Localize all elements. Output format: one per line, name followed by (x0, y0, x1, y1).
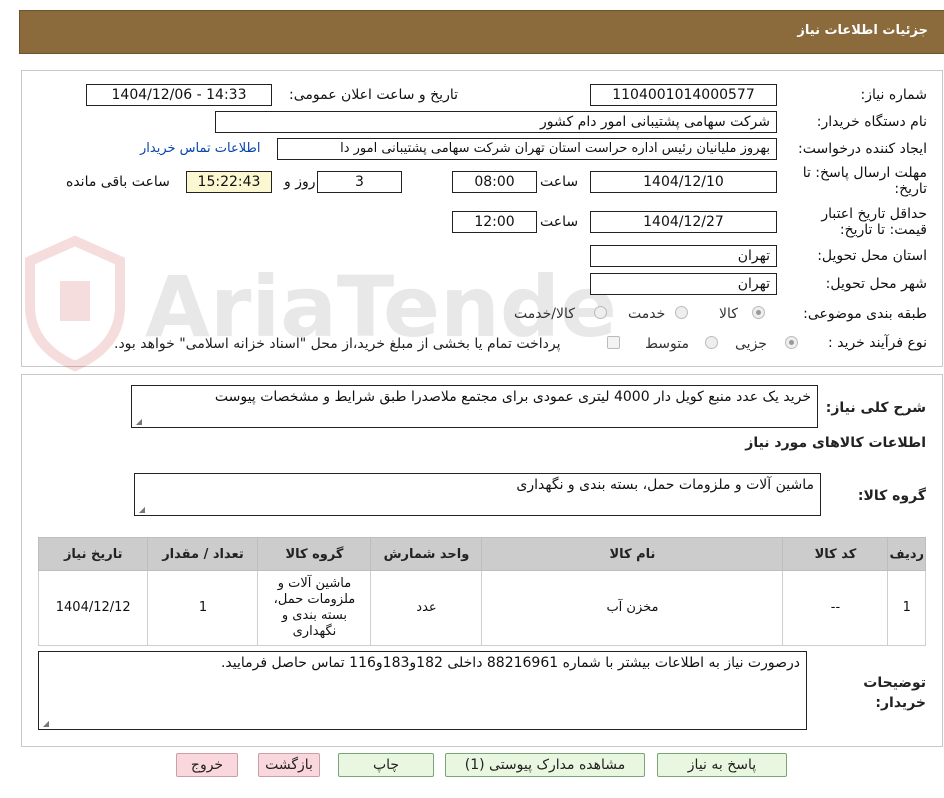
col-header-name: نام کالا (481, 537, 784, 571)
summary-label: شرح کلی نیاز: (825, 400, 926, 416)
col-header-date: تاریخ نیاز (37, 537, 149, 571)
announce-label: تاریخ و ساعت اعلان عمومی: (289, 87, 458, 103)
creator-label: ایجاد کننده درخواست: (798, 141, 927, 157)
category-label: طبقه بندی موضوعی: (803, 306, 927, 322)
view-attachments-button[interactable]: مشاهده مدارک پیوستی (1) (445, 753, 645, 777)
category-option-goods-service: کالا/خدمت (514, 306, 575, 322)
buyer-contact-link[interactable]: اطلاعات تماس خریدار (140, 141, 260, 156)
need-number-field: 1104001014000577 (590, 84, 777, 106)
buyer-field: شرکت سهامی پشتیبانی امور دام کشور (215, 111, 777, 133)
deadline-time-label: ساعت (540, 174, 579, 190)
table-header-row: ردیف کد کالا نام کالا واحد شمارش گروه کا… (37, 537, 926, 571)
goods-table: ردیف کد کالا نام کالا واحد شمارش گروه کا… (37, 537, 926, 646)
creator-field: بهروز ملیانیان رئیس اداره حراست استان ته… (277, 138, 777, 160)
remaining-label: ساعت باقی مانده (66, 174, 170, 190)
city-field: تهران (590, 273, 777, 295)
reply-button[interactable]: پاسخ به نیاز (657, 753, 787, 777)
col-header-code: کد کالا (782, 537, 889, 571)
cell-date: 1404/12/12 (37, 570, 149, 646)
exit-button[interactable]: خروج (176, 753, 238, 777)
category-radio-goods[interactable] (752, 306, 765, 319)
process-radio-medium[interactable] (705, 336, 718, 349)
city-label: شهر محل تحویل: (825, 276, 927, 292)
days-label: روز و (284, 174, 316, 190)
page-title: جزئیات اطلاعات نیاز (797, 23, 928, 38)
page-header: جزئیات اطلاعات نیاز (19, 10, 944, 54)
remaining-time-field: 15:22:43 (186, 171, 272, 193)
treasury-payment-note: پرداخت تمام یا بخشی از مبلغ خرید،از محل … (114, 336, 561, 352)
goods-group-textarea[interactable]: ماشین آلات و ملزومات حمل، بسته بندی و نگ… (134, 473, 821, 516)
col-header-row-number: ردیف (887, 537, 926, 571)
province-label: استان محل تحویل: (817, 248, 927, 264)
back-button[interactable]: بازگشت (258, 753, 320, 777)
table-row: 1 -- مخزن آب عدد ماشین آلات و ملزومات حم… (37, 570, 926, 646)
category-radio-service[interactable] (675, 306, 688, 319)
buyer-notes-text: درصورت نیاز به اطلاعات بیشتر با شماره 88… (220, 655, 800, 671)
cell-row-number: 1 (887, 570, 926, 646)
validity-time-field: 12:00 (452, 211, 537, 233)
col-header-quantity: تعداد / مقدار (147, 537, 259, 571)
category-option-service: خدمت (628, 306, 666, 322)
process-label: نوع فرآیند خرید : (828, 335, 927, 351)
cell-group: ماشین آلات و ملزومات حمل، بسته بندی و نگ… (257, 570, 372, 646)
resize-grip-icon[interactable]: ◢ (137, 506, 145, 514)
validity-date-field: 1404/12/27 (590, 211, 777, 233)
print-button[interactable]: چاپ (338, 753, 434, 777)
validity-label: حداقل تاریخ اعتبار قیمت: تا تاریخ: (821, 206, 927, 238)
cell-unit: عدد (370, 570, 483, 646)
process-option-medium: متوسط (645, 336, 689, 352)
deadline-time-field: 08:00 (452, 171, 537, 193)
col-header-group: گروه کالا (257, 537, 372, 571)
process-option-minor: جزیی (735, 336, 767, 352)
cell-quantity: 1 (147, 570, 259, 646)
province-field: تهران (590, 245, 777, 267)
process-radio-minor[interactable] (785, 336, 798, 349)
buyer-notes-textarea[interactable]: درصورت نیاز به اطلاعات بیشتر با شماره 88… (38, 651, 807, 730)
need-number-label: شماره نیاز: (860, 87, 928, 103)
col-header-unit: واحد شمارش (370, 537, 483, 571)
treasury-payment-checkbox[interactable] (607, 336, 620, 349)
validity-time-label: ساعت (540, 214, 579, 230)
announce-field: 1404/12/06 - 14:33 (86, 84, 272, 106)
cell-name: مخزن آب (481, 570, 784, 646)
resize-grip-icon[interactable]: ◢ (41, 720, 49, 728)
deadline-date-field: 1404/12/10 (590, 171, 777, 193)
summary-textarea[interactable]: خرید یک عدد منبع کویل دار 4000 لیتری عمو… (131, 385, 818, 428)
days-field: 3 (317, 171, 402, 193)
resize-grip-icon[interactable]: ◢ (134, 418, 142, 426)
buyer-notes-label: توضیحات خریدار: (863, 675, 926, 711)
deadline-label: مهلت ارسال پاسخ: تا تاریخ: (802, 165, 927, 197)
category-radio-goods-service[interactable] (594, 306, 607, 319)
goods-group-label: گروه کالا: (857, 488, 926, 504)
cell-code: -- (782, 570, 889, 646)
summary-text: خرید یک عدد منبع کویل دار 4000 لیتری عمو… (214, 389, 811, 405)
goods-info-title: اطلاعات کالاهای مورد نیاز (745, 435, 926, 451)
buyer-label: نام دستگاه خریدار: (816, 114, 927, 130)
goods-group-text: ماشین آلات و ملزومات حمل، بسته بندی و نگ… (516, 477, 814, 493)
category-option-goods: کالا (719, 306, 738, 322)
